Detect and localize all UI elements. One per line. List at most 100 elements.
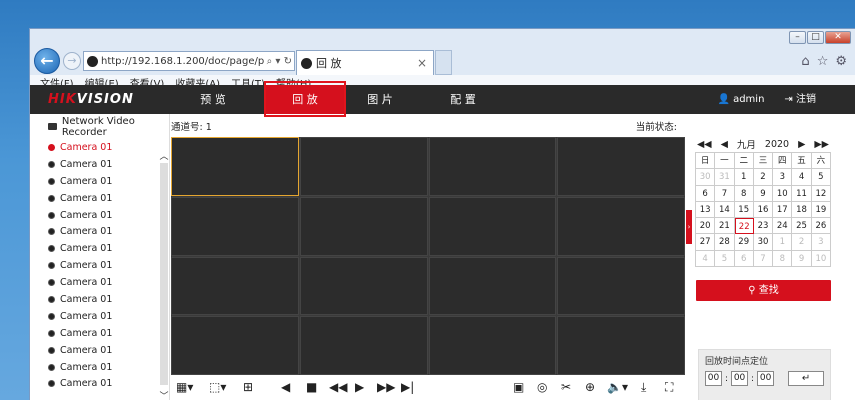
video-window[interactable] [428, 137, 557, 196]
minimize-button[interactable]: – [789, 31, 806, 44]
calendar-day[interactable]: 8 [734, 185, 754, 202]
camera-item[interactable]: Camera 01 [30, 173, 158, 190]
calendar-day[interactable]: 4 [696, 250, 716, 268]
forward-button[interactable]: → [63, 52, 81, 70]
search-refresh-icon[interactable]: ⌕ ▾ ↻ [265, 56, 294, 67]
calendar-day[interactable]: 24 [773, 218, 793, 235]
search-button[interactable]: ⚲ 查找 [696, 280, 831, 301]
calendar-day[interactable]: 30 [753, 234, 774, 251]
calendar-day[interactable]: 30 [696, 169, 716, 186]
video-window[interactable] [171, 196, 299, 256]
calendar-day[interactable]: 5 [811, 169, 831, 186]
calendar-day[interactable]: 9 [753, 185, 774, 202]
favorites-icon[interactable]: ☆ [817, 54, 829, 69]
nav-configuration[interactable]: 配 置 [423, 85, 503, 114]
calendar-day[interactable]: 21 [715, 218, 735, 235]
camera-item[interactable]: Camera 01 [30, 342, 158, 359]
camera-item[interactable]: Camera 01 [30, 207, 158, 224]
calendar-day[interactable]: 27 [696, 234, 716, 251]
hour-field[interactable]: 00 [705, 371, 722, 386]
device-header[interactable]: Network Video Recorder [30, 114, 169, 139]
calendar-day[interactable]: 25 [792, 218, 812, 235]
fullscreen-icon[interactable]: ⛶ [665, 380, 673, 395]
calendar-month[interactable]: 九月 [737, 137, 756, 151]
camera-list-scrollbar[interactable]: ︿ ﹀ [159, 149, 169, 400]
video-window[interactable] [299, 137, 428, 196]
nav-picture[interactable]: 图 片 [340, 85, 420, 114]
calendar-day[interactable]: 4 [792, 169, 812, 186]
video-window[interactable] [428, 316, 557, 375]
snapshot-icon[interactable]: ◎ [537, 380, 547, 394]
fast-forward-icon[interactable]: ▶▶ [377, 380, 395, 394]
camera-item[interactable]: Camera 01 [30, 375, 158, 392]
close-window-button[interactable]: ✕ [825, 31, 851, 44]
camera-item[interactable]: Camera 01 [30, 257, 158, 274]
logout-link[interactable]: ⇥ 注销 [784, 85, 816, 114]
home-icon[interactable]: ⌂ [801, 54, 809, 69]
camera-item[interactable]: Camera 01 [30, 139, 158, 156]
camera-item[interactable]: Camera 01 [30, 156, 158, 173]
camera-item[interactable]: Camera 01 [30, 223, 158, 240]
audio-icon[interactable]: 🔈▾ [607, 380, 628, 394]
calendar-day[interactable]: 1 [773, 234, 793, 251]
calendar-day[interactable]: 3 [811, 234, 831, 251]
video-window[interactable] [428, 256, 557, 316]
back-button[interactable]: ← [34, 48, 60, 74]
download-icon[interactable]: ⤓ [641, 380, 646, 395]
calendar-day[interactable]: 10 [811, 250, 831, 268]
calendar-day[interactable]: 19 [811, 201, 831, 219]
calendar-day[interactable]: 2 [753, 169, 774, 186]
single-frame-icon[interactable]: ▶| [401, 380, 414, 394]
calendar-day[interactable]: 13 [696, 201, 716, 219]
new-tab-button[interactable] [435, 50, 452, 75]
minute-field[interactable]: 00 [731, 371, 749, 386]
slow-down-icon[interactable]: ◀◀ [329, 380, 347, 394]
calendar-day[interactable]: 6 [696, 185, 716, 202]
calendar-day[interactable]: 7 [753, 250, 774, 268]
calendar-day[interactable]: 16 [753, 201, 774, 219]
calendar-day[interactable]: 12 [811, 185, 831, 202]
camera-item[interactable]: Camera 01 [30, 308, 158, 325]
second-field[interactable]: 00 [757, 371, 775, 386]
video-window[interactable] [557, 256, 685, 316]
maximize-button[interactable]: □ [807, 31, 824, 44]
video-window[interactable] [557, 316, 685, 375]
fullscreen-split-icon[interactable]: ⬚▾ [209, 380, 226, 394]
reverse-play-icon[interactable]: ◀ [281, 380, 290, 394]
calendar-day[interactable]: 10 [773, 185, 793, 202]
calendar-day[interactable]: 1 [734, 169, 754, 186]
calendar-day[interactable]: 20 [696, 218, 716, 235]
prev-month-icon[interactable]: ◀ [721, 139, 728, 150]
video-window[interactable] [171, 256, 299, 316]
calendar-day[interactable]: 6 [734, 250, 754, 268]
camera-item[interactable]: Camera 01 [30, 190, 158, 207]
camera-item[interactable]: Camera 01 [30, 325, 158, 342]
calendar-day[interactable]: 29 [734, 234, 754, 251]
play-icon[interactable]: ▶ [355, 380, 364, 394]
sync-playback-icon[interactable]: ⊞ [243, 380, 253, 394]
calendar-day[interactable]: 11 [792, 185, 812, 202]
calendar-day[interactable]: 5 [715, 250, 735, 268]
video-window[interactable] [557, 196, 685, 256]
video-window[interactable] [299, 316, 428, 375]
scroll-track[interactable] [160, 163, 168, 385]
camera-item[interactable]: Camera 01 [30, 291, 158, 308]
calendar-day[interactable]: 9 [792, 250, 812, 268]
calendar-day[interactable]: 26 [811, 218, 831, 235]
video-window[interactable] [171, 316, 299, 375]
scroll-down-icon[interactable]: ﹀ [159, 389, 169, 400]
calendar-day[interactable]: 23 [753, 218, 774, 235]
next-month-icon[interactable]: ▶ [798, 139, 805, 150]
zoom-icon[interactable]: ⊕ [585, 380, 595, 394]
calendar-year[interactable]: 2020 [765, 139, 789, 150]
settings-gear-icon[interactable]: ⚙ [835, 54, 847, 69]
calendar-day[interactable]: 31 [715, 169, 735, 186]
next-year-icon[interactable]: ▶▶ [814, 139, 829, 150]
camera-item[interactable]: Camera 01 [30, 240, 158, 257]
video-window[interactable] [428, 196, 557, 256]
layout-grid-icon[interactable]: ▦▾ [176, 380, 193, 394]
go-to-time-button[interactable]: ↵ [788, 371, 825, 386]
video-window[interactable] [171, 137, 299, 196]
address-bar[interactable]: http://192.168.1.200/doc/page/playbac ⌕ … [83, 51, 295, 71]
camera-item[interactable]: Camera 01 [30, 359, 158, 376]
